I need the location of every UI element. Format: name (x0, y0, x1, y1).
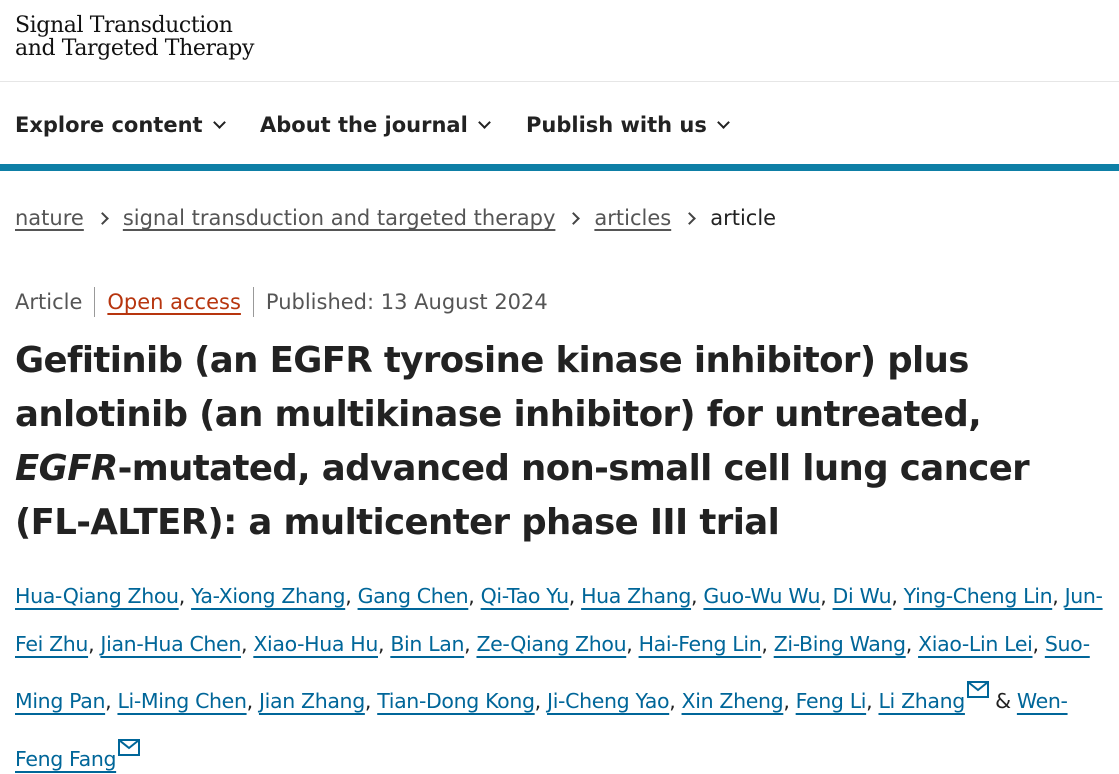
nav-publish-with-us[interactable]: Publish with us (526, 111, 730, 139)
author-list: Hua-Qiang Zhou, Ya-Xiong Zhang, Gang Che… (15, 573, 1105, 774)
nav-label: Publish with us (526, 113, 707, 137)
logo-line-2: and Targeted Therapy (15, 36, 255, 61)
breadcrumb-journal[interactable]: signal transduction and targeted therapy (123, 206, 556, 230)
nav-label: Explore content (15, 113, 203, 137)
meta-divider (252, 287, 254, 317)
nav-label: About the journal (260, 113, 468, 137)
breadcrumb-current: article (710, 206, 777, 230)
title-italic-gene: EGFR (15, 448, 118, 489)
title-part-1: Gefitinib (an EGFR tyrosine kinase inhib… (15, 340, 982, 435)
chevron-down-icon (212, 115, 226, 129)
mail-icon[interactable] (118, 726, 141, 774)
nav-explore-content[interactable]: Explore content (15, 111, 226, 139)
author-link[interactable]: Li Zhang (878, 689, 965, 713)
article-type: Article (15, 290, 83, 314)
author-link[interactable]: Bin Lan (390, 632, 464, 656)
author-link[interactable]: Tian-Dong Kong (377, 689, 535, 713)
logo-line-1: Signal Transduction (15, 13, 233, 38)
open-access-link[interactable]: Open access (107, 290, 241, 314)
nav-accent-bar (0, 164, 1119, 171)
author-link[interactable]: Qi-Tao Yu (481, 584, 569, 608)
nav-about-the-journal[interactable]: About the journal (260, 111, 491, 139)
author-link[interactable]: Hua-Qiang Zhou (15, 584, 179, 608)
author-link[interactable]: Xiao-Lin Lei (918, 632, 1033, 656)
author-link[interactable]: Xiao-Hua Hu (253, 632, 378, 656)
author-link[interactable]: Jian-Hua Chen (100, 632, 241, 656)
breadcrumb-nature[interactable]: nature (15, 206, 84, 230)
chevron-right-icon (95, 211, 109, 225)
author-link[interactable]: Hua Zhang (581, 584, 691, 608)
published-date: Published: 13 August 2024 (265, 290, 548, 314)
author-separator-and: & (988, 689, 1017, 713)
chevron-down-icon (477, 115, 491, 129)
site-header: Signal Transduction and Targeted Therapy (0, 0, 1119, 82)
breadcrumb-articles[interactable]: articles (594, 206, 671, 230)
author-link[interactable]: Jian Zhang (259, 689, 365, 713)
article-title: Gefitinib (an EGFR tyrosine kinase inhib… (15, 334, 1105, 550)
author-link[interactable]: Ze-Qiang Zhou (476, 632, 626, 656)
author-link[interactable]: Gang Chen (358, 584, 469, 608)
author-link[interactable]: Feng Li (796, 689, 867, 713)
author-link[interactable]: Ya-Xiong Zhang (191, 584, 346, 608)
chevron-right-icon (683, 211, 697, 225)
main-nav: Explore content About the journal Publis… (0, 82, 1119, 164)
author-link[interactable]: Hai-Feng Lin (639, 632, 762, 656)
author-link[interactable]: Guo-Wu Wu (703, 584, 820, 608)
author-link[interactable]: Di Wu (833, 584, 892, 608)
breadcrumb: nature signal transduction and targeted … (15, 203, 776, 233)
author-link[interactable]: Li-Ming Chen (117, 689, 246, 713)
article-meta: Article Open access Published: 13 August… (15, 287, 548, 317)
author-link[interactable]: Zi-Bing Wang (774, 632, 906, 656)
mail-icon[interactable] (966, 668, 989, 716)
chevron-right-icon (567, 211, 581, 225)
author-link[interactable]: Xin Zheng (682, 689, 784, 713)
meta-divider (94, 287, 96, 317)
author-link[interactable]: Ji-Cheng Yao (547, 689, 670, 713)
journal-logo[interactable]: Signal Transduction and Targeted Therapy (15, 14, 254, 60)
author-link[interactable]: Ying-Cheng Lin (904, 584, 1053, 608)
title-part-2: -mutated, advanced non-small cell lung c… (15, 448, 1030, 543)
chevron-down-icon (717, 115, 730, 129)
